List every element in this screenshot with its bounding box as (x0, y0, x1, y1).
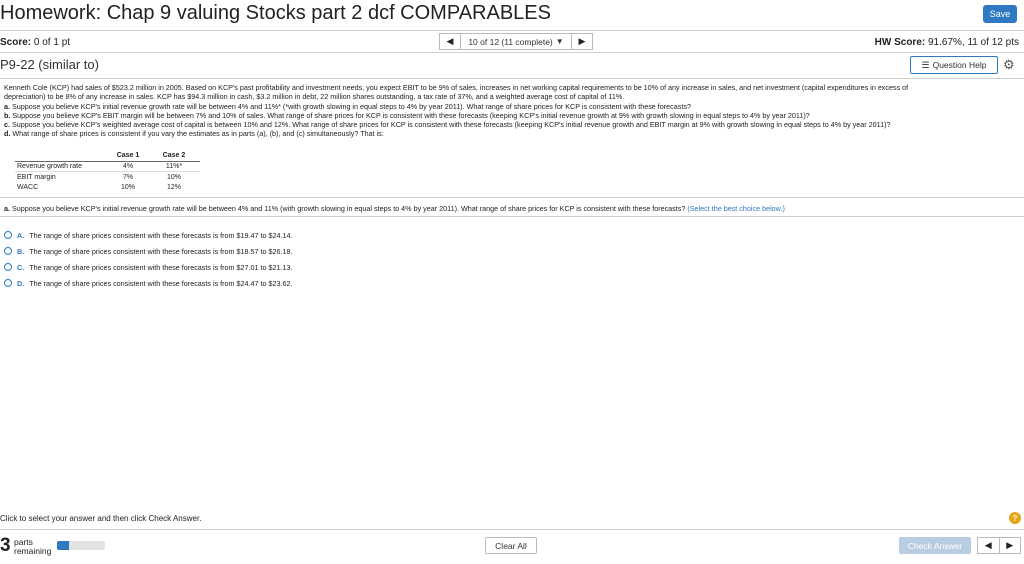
parts-remaining-label: parts remaining (14, 537, 52, 556)
problem-divider (0, 78, 1024, 79)
part-a-hint: (Select the best choice below.) (687, 204, 785, 213)
table-cell: 7% (122, 173, 134, 181)
table-cell: 10% (166, 173, 181, 181)
footer-divider (0, 529, 1024, 530)
problem-line: depreciation) to be 8% of any increase i… (4, 92, 625, 102)
choice-letter: B. (17, 246, 25, 256)
problem-part-a: a. Suppose you believe KCP's initial rev… (4, 101, 691, 111)
problem-part-c: c. Suppose you believe KCP's weighted av… (4, 120, 891, 130)
part-a-text: Suppose you believe KCP's initial revenu… (12, 204, 686, 213)
bottom-question-navigator: ◀ ▶ (977, 537, 1021, 554)
next-question-button[interactable]: ▶ (572, 34, 592, 49)
question-status: 10 of 12 (11 complete) (468, 36, 553, 47)
question-help-label: Question Help (932, 60, 987, 70)
score: Score: 0 of 1 pt (0, 37, 70, 48)
radio-button[interactable] (4, 279, 12, 287)
problem-id: P9-22 (similar to) (0, 57, 99, 72)
parts-progress-bar (57, 541, 105, 550)
choice-d[interactable]: D. The range of share prices consistent … (4, 275, 292, 291)
table-cell: 12% (166, 183, 181, 191)
part-a-question: a. Suppose you believe KCP's initial rev… (4, 204, 785, 213)
prev-question-button[interactable]: ◀ (440, 34, 460, 49)
choice-letter: A. (17, 230, 25, 240)
page-title: Homework: Chap 9 valuing Stocks part 2 d… (0, 2, 551, 24)
choice-text: The range of share prices consistent wit… (29, 278, 293, 288)
problem-part-d: d. What range of share prices is consist… (4, 129, 384, 139)
table-cell: EBIT margin (17, 173, 56, 181)
table-row: Revenue growth rate 4% 11%* (15, 161, 200, 172)
cases-table: Case 1 Case 2 Revenue growth rate 4% 11%… (15, 151, 200, 193)
progress-fill (57, 541, 69, 550)
problem-statement: Kenneth Cole (KCP) had sales of $523.2 m… (4, 83, 1020, 139)
choice-text: The range of share prices consistent wit… (29, 262, 293, 272)
question-navigator: ◀ 10 of 12 (11 complete) ▼ ▶ (439, 33, 593, 50)
table-cell: WACC (17, 183, 39, 191)
choice-text: The range of share prices consistent wit… (29, 246, 293, 256)
clear-all-button[interactable]: Clear All (485, 537, 537, 554)
dropdown-icon: ▼ (555, 37, 564, 46)
choice-letter: C. (17, 262, 25, 272)
table-header (15, 151, 108, 162)
question-divider (0, 197, 1024, 198)
choices-divider (0, 216, 1024, 217)
choice-letter: D. (17, 278, 25, 288)
hw-score-value: 91.67%, 11 of 12 pts (928, 37, 1019, 48)
prev-question-icon[interactable]: ◀ (978, 538, 1000, 553)
score-value: 0 of 1 pt (33, 37, 71, 48)
hw-score: HW Score: 91.67%, 11 of 12 pts (875, 37, 1019, 48)
table-row: WACC 10% 12% (15, 182, 200, 193)
table-header-row: Case 1 Case 2 (15, 151, 200, 162)
table-cell: 10% (120, 183, 135, 191)
score-label: Score: (0, 37, 32, 48)
triangle-left-icon: ◀ (446, 36, 454, 46)
table-row: EBIT margin 7% 10% (15, 172, 200, 183)
save-button[interactable]: Save (983, 5, 1017, 23)
question-help-button[interactable]: ☰ Question Help (910, 56, 998, 74)
score-divider (0, 52, 1024, 53)
choice-a[interactable]: A. The range of share prices consistent … (4, 227, 292, 243)
header-divider (0, 30, 1024, 31)
table-header: Case 2 (148, 151, 200, 162)
radio-button[interactable] (4, 247, 12, 255)
table-cell: 4% (108, 161, 148, 172)
check-answer-button[interactable]: Check Answer (899, 537, 971, 554)
help-icon[interactable]: ? (1009, 512, 1021, 524)
triangle-right-icon: ▶ (578, 36, 586, 46)
parts-remaining-count: 3 (0, 535, 11, 556)
hw-score-label: HW Score: (874, 37, 926, 48)
question-select[interactable]: 10 of 12 (11 complete) ▼ (460, 34, 572, 49)
list-icon: ☰ (921, 59, 930, 70)
answer-choices: A. The range of share prices consistent … (4, 227, 292, 291)
table-cell: Revenue growth rate (15, 161, 108, 172)
gear-icon[interactable]: ⚙ (1003, 57, 1015, 73)
choice-c[interactable]: C. The range of share prices consistent … (4, 259, 292, 275)
radio-button[interactable] (4, 231, 12, 239)
next-question-icon[interactable]: ▶ (1000, 538, 1021, 553)
choice-text: The range of share prices consistent wit… (29, 230, 293, 240)
problem-part-b: b. Suppose you believe KCP's EBIT margin… (4, 110, 810, 120)
radio-button[interactable] (4, 263, 12, 271)
part-a-letter: a. (4, 204, 10, 213)
table-cell: 11%* (148, 161, 200, 172)
table-header: Case 1 (108, 151, 148, 162)
choice-b[interactable]: B. The range of share prices consistent … (4, 243, 292, 259)
problem-line: Kenneth Cole (KCP) had sales of $523.2 m… (4, 83, 909, 92)
answer-instruction: Click to select your answer and then cli… (0, 514, 202, 523)
